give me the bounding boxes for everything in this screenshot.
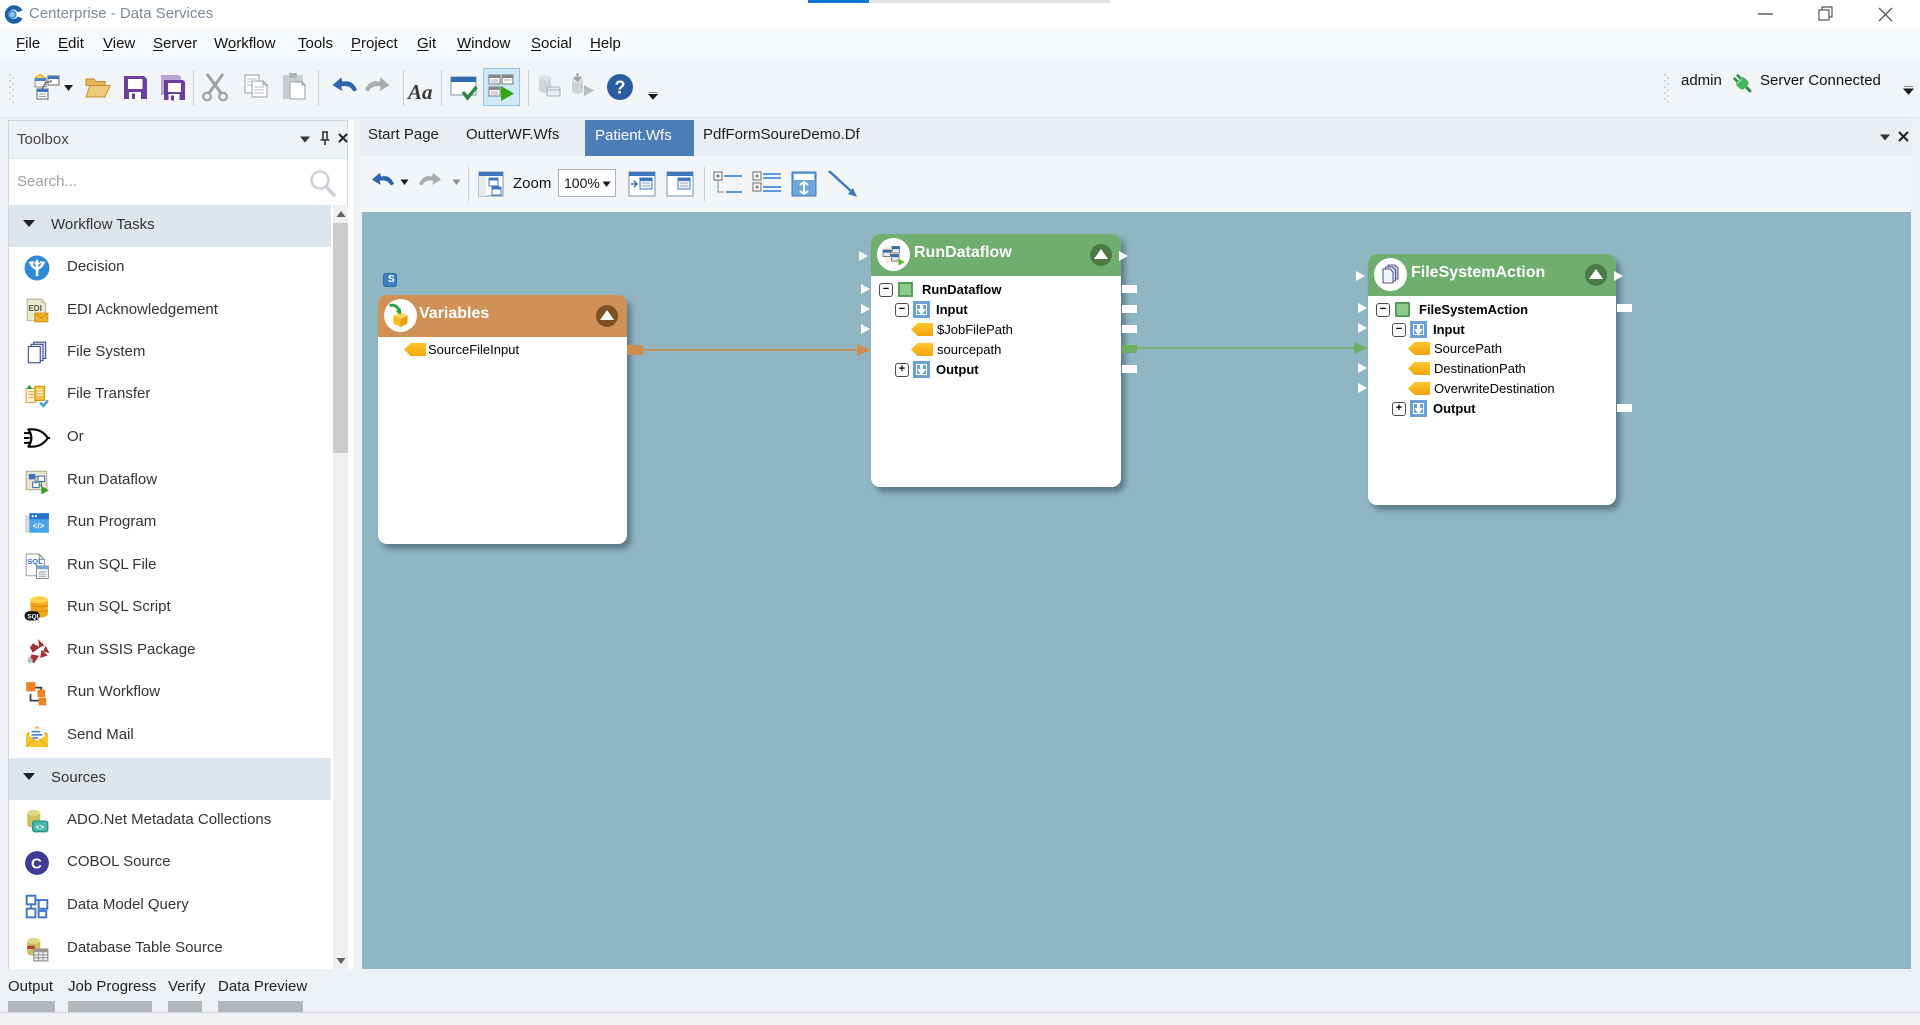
svg-text:?: ? bbox=[615, 78, 626, 98]
svg-text:</>: </> bbox=[33, 521, 45, 530]
svg-text:<>: <> bbox=[35, 823, 44, 832]
svg-text:SQL: SQL bbox=[27, 613, 40, 620]
svg-text:C: C bbox=[31, 855, 42, 872]
svg-text:SQL: SQL bbox=[27, 557, 43, 566]
svg-text:EDI: EDI bbox=[28, 304, 42, 313]
